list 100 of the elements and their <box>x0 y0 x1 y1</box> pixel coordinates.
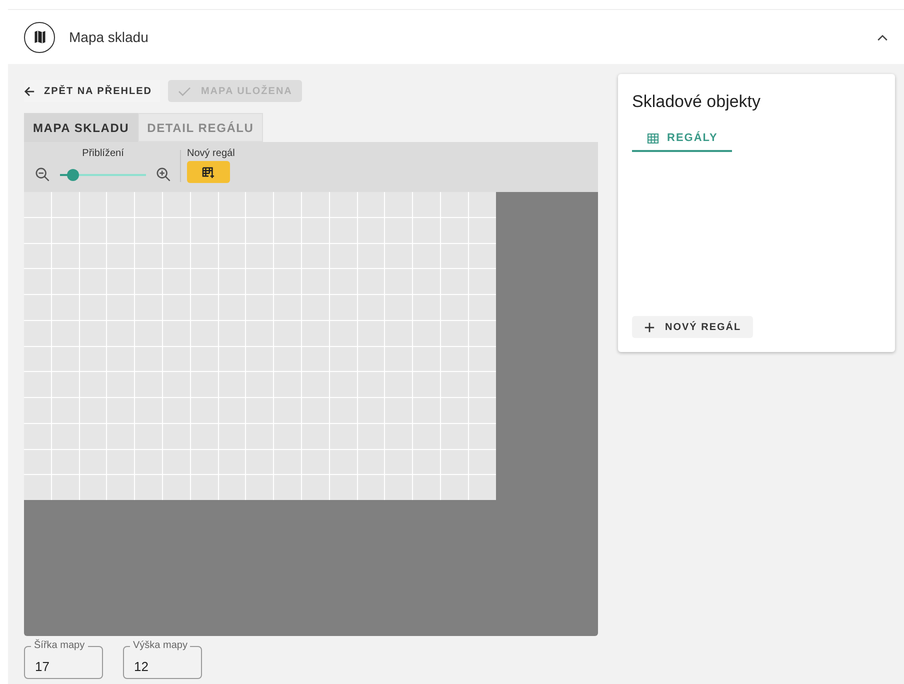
map-cell[interactable] <box>52 244 79 268</box>
map-cell[interactable] <box>413 218 440 242</box>
map-cell[interactable] <box>246 269 274 294</box>
map-cell[interactable] <box>358 192 384 217</box>
map-cell[interactable] <box>162 218 190 242</box>
map-cell[interactable] <box>162 320 190 346</box>
map-cell[interactable] <box>358 372 384 397</box>
map-cell[interactable] <box>218 320 246 346</box>
map-cell[interactable] <box>413 244 440 268</box>
map-cell[interactable] <box>413 424 440 448</box>
map-cell[interactable] <box>218 475 246 500</box>
map-cell[interactable] <box>246 192 274 217</box>
map-cell[interactable] <box>302 192 329 217</box>
map-cell[interactable] <box>190 269 218 294</box>
map-cell[interactable] <box>107 320 134 346</box>
map-cell[interactable] <box>302 269 329 294</box>
map-cell[interactable] <box>218 218 246 242</box>
map-cell[interactable] <box>162 346 190 372</box>
map-cell[interactable] <box>440 295 468 320</box>
map-cell[interactable] <box>302 424 329 448</box>
map-cell[interactable] <box>385 192 412 217</box>
map-cell[interactable] <box>302 346 329 372</box>
map-cell[interactable] <box>162 398 190 423</box>
map-cell[interactable] <box>107 218 134 242</box>
map-cell[interactable] <box>468 398 496 423</box>
map-cell[interactable] <box>52 372 79 397</box>
map-cell[interactable] <box>52 424 79 448</box>
map-cell[interactable] <box>302 218 329 242</box>
map-cell[interactable] <box>24 269 51 294</box>
map-cell[interactable] <box>358 398 384 423</box>
map-cell[interactable] <box>190 218 218 242</box>
map-cell[interactable] <box>107 192 134 217</box>
map-cell[interactable] <box>468 192 496 217</box>
map-cell[interactable] <box>135 295 162 320</box>
map-cell[interactable] <box>190 424 218 448</box>
map-cell[interactable] <box>468 218 496 242</box>
map-cell[interactable] <box>246 398 274 423</box>
map-cell[interactable] <box>358 295 384 320</box>
map-cell[interactable] <box>24 450 51 474</box>
map-cell[interactable] <box>135 244 162 268</box>
map-cell[interactable] <box>385 218 412 242</box>
map-cell[interactable] <box>107 372 134 397</box>
map-cell[interactable] <box>52 295 79 320</box>
map-cell[interactable] <box>246 450 274 474</box>
map-cell[interactable] <box>80 295 106 320</box>
map-cell[interactable] <box>246 218 274 242</box>
map-cell[interactable] <box>330 398 357 423</box>
map-cell[interactable] <box>358 269 384 294</box>
map-cell[interactable] <box>190 346 218 372</box>
map-cell[interactable] <box>302 475 329 500</box>
map-cell[interactable] <box>413 450 440 474</box>
map-cell[interactable] <box>274 320 301 346</box>
map-cell[interactable] <box>135 192 162 217</box>
map-cell[interactable] <box>440 320 468 346</box>
map-cell[interactable] <box>330 269 357 294</box>
map-cell[interactable] <box>135 398 162 423</box>
map-cell[interactable] <box>24 346 51 372</box>
map-cell[interactable] <box>24 424 51 448</box>
map-cell[interactable] <box>330 475 357 500</box>
map-cell[interactable] <box>190 320 218 346</box>
map-cell[interactable] <box>107 346 134 372</box>
map-cell[interactable] <box>468 320 496 346</box>
map-cell[interactable] <box>440 475 468 500</box>
map-cell[interactable] <box>218 295 246 320</box>
map-cell[interactable] <box>80 450 106 474</box>
map-cell[interactable] <box>80 398 106 423</box>
map-cell[interactable] <box>246 295 274 320</box>
map-cell[interactable] <box>274 295 301 320</box>
map-cell[interactable] <box>190 450 218 474</box>
map-cell[interactable] <box>135 346 162 372</box>
map-cell[interactable] <box>80 346 106 372</box>
map-cell[interactable] <box>52 320 79 346</box>
map-cell[interactable] <box>274 424 301 448</box>
map-cell[interactable] <box>52 398 79 423</box>
map-cell[interactable] <box>385 320 412 346</box>
map-cell[interactable] <box>302 372 329 397</box>
map-cell[interactable] <box>24 295 51 320</box>
map-cell[interactable] <box>190 244 218 268</box>
zoom-in-icon[interactable] <box>156 167 171 182</box>
map-cell[interactable] <box>162 372 190 397</box>
map-cell[interactable] <box>24 192 51 217</box>
map-cell[interactable] <box>246 320 274 346</box>
map-cell[interactable] <box>107 424 134 448</box>
map-cell[interactable] <box>52 269 79 294</box>
map-cell[interactable] <box>413 192 440 217</box>
new-shelf-button[interactable]: NOVÝ REGÁL <box>632 316 754 338</box>
map-cell[interactable] <box>218 269 246 294</box>
map-cell[interactable] <box>246 475 274 500</box>
map-cell[interactable] <box>330 424 357 448</box>
map-cell[interactable] <box>385 372 412 397</box>
map-cell[interactable] <box>135 424 162 448</box>
map-cell[interactable] <box>162 244 190 268</box>
zoom-out-icon[interactable] <box>35 167 50 182</box>
map-cell[interactable] <box>274 372 301 397</box>
map-cell[interactable] <box>302 398 329 423</box>
map-cell[interactable] <box>52 218 79 242</box>
map-cell[interactable] <box>468 475 496 500</box>
map-cell[interactable] <box>52 346 79 372</box>
map-cell[interactable] <box>330 295 357 320</box>
map-cell[interactable] <box>358 320 384 346</box>
